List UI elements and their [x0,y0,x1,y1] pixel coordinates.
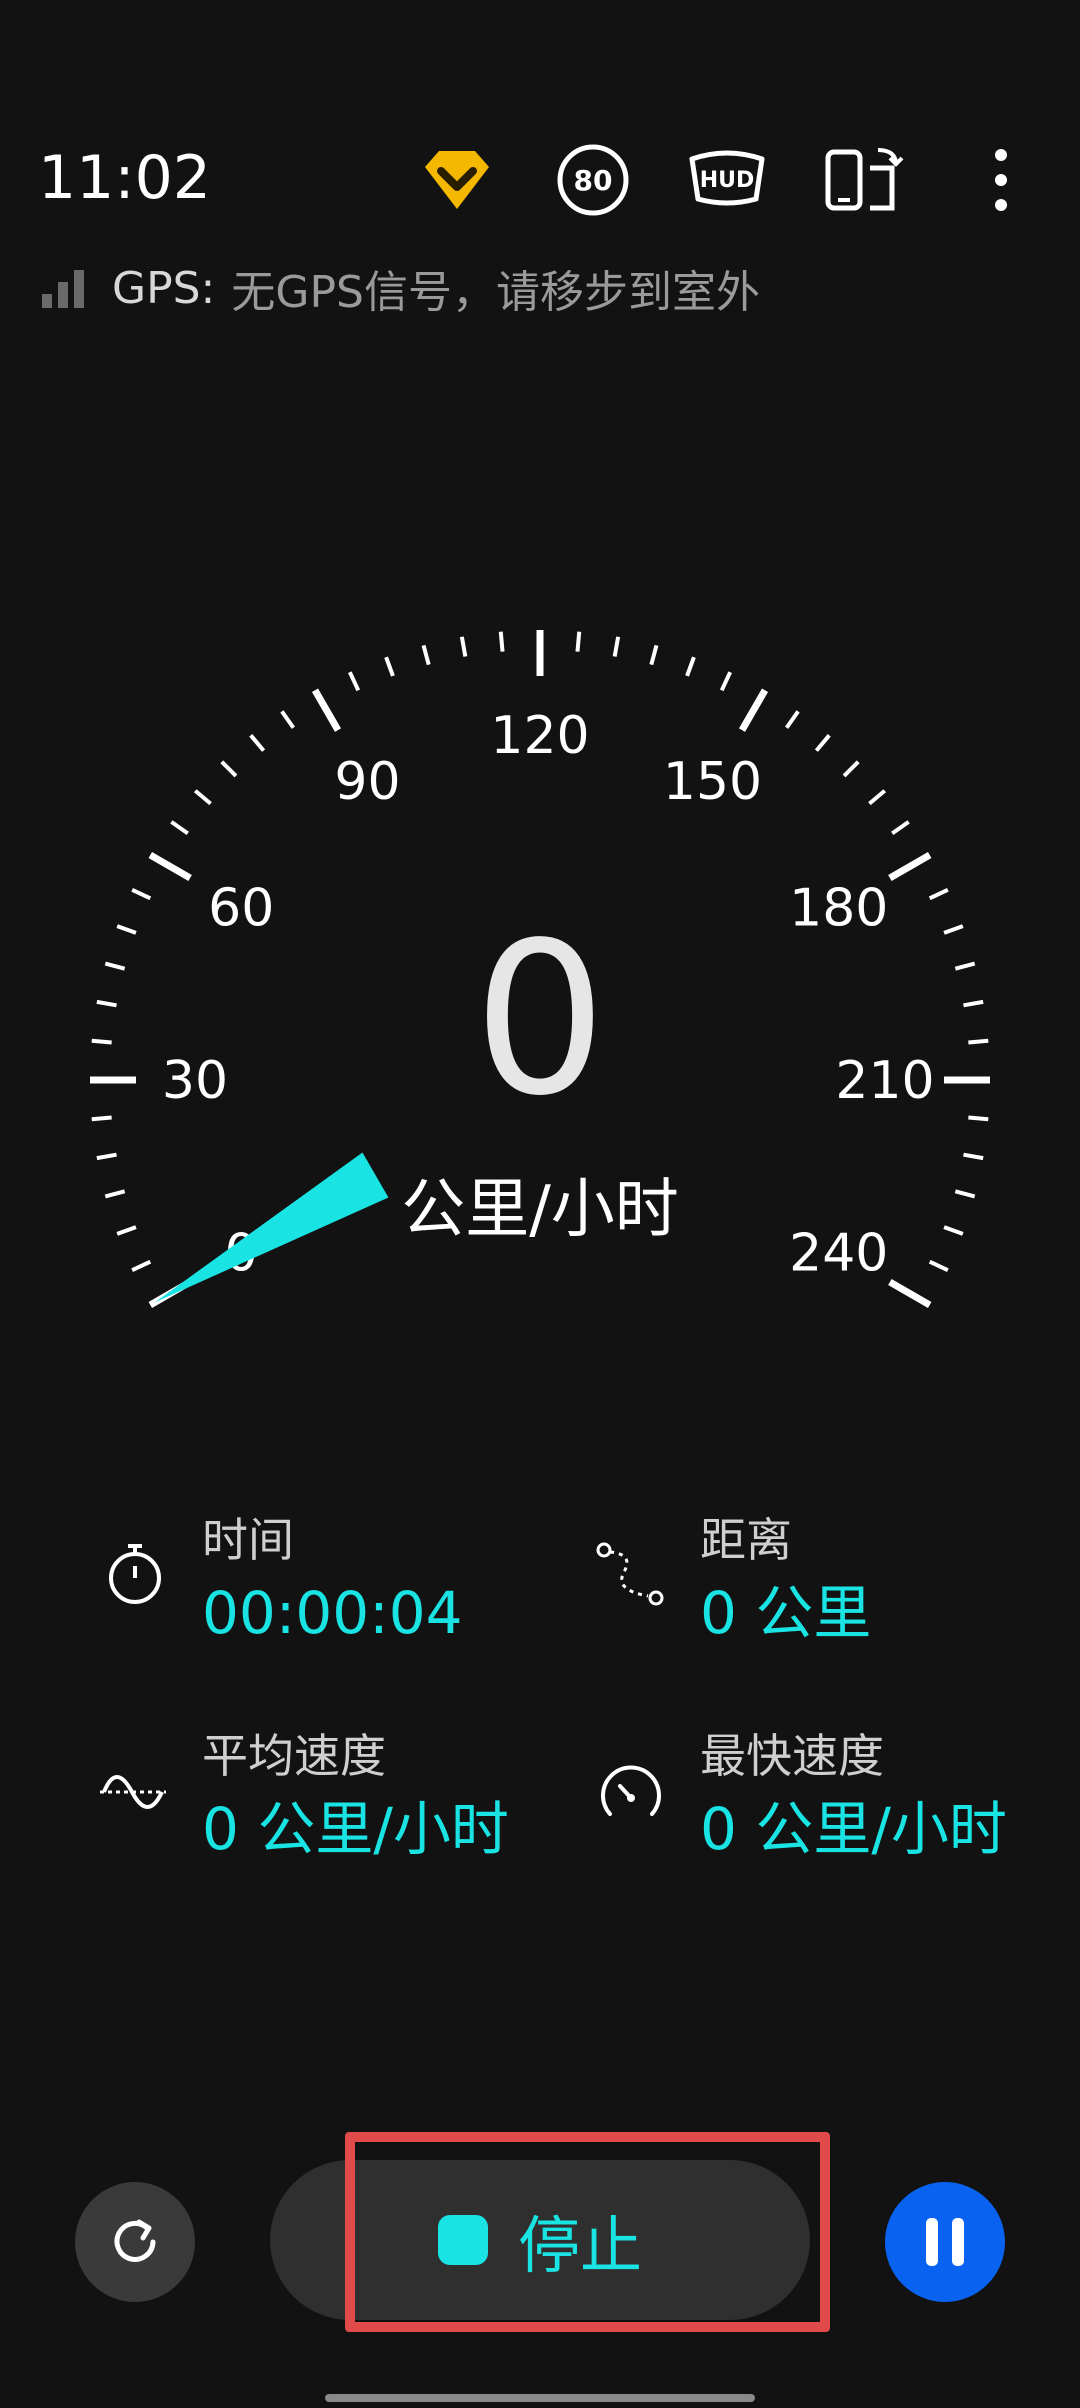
hud-icon[interactable]: HUD [682,140,772,220]
minor-tick [384,656,395,677]
route-icon [594,1536,664,1610]
minor-tick [814,733,831,752]
minor-tick [249,733,266,752]
time-label: 时间 [202,1513,294,1567]
speedometer-icon [596,1758,666,1832]
tick-label: 60 [208,879,274,939]
minor-tick [963,1152,984,1161]
speed-limit-value: 80 [573,163,613,197]
gps-status: GPS: 无GPS信号，请移步到室外 [42,258,760,318]
major-tick [148,851,192,882]
minor-tick [575,631,582,652]
minor-tick [91,1115,112,1122]
minor-tick [719,671,732,692]
minor-tick [784,710,800,729]
minor-tick [104,1189,126,1199]
minor-tick [498,631,505,652]
minor-tick [928,888,949,901]
tick-label: 90 [334,752,400,812]
speed-unit: 公里/小时 [401,1173,679,1247]
minor-tick [91,1038,112,1045]
minor-tick [968,1038,989,1045]
minor-tick [421,644,431,666]
minor-tick [685,656,696,677]
minor-tick [954,961,976,971]
distance-value: 0 公里 [700,1579,872,1647]
home-indicator [325,2394,755,2402]
tick-label: 120 [490,706,589,766]
speed-limit-icon[interactable]: 80 [548,140,638,220]
highlight-box [345,2132,830,2332]
minor-tick [968,1115,989,1122]
signal-bars-icon [42,270,84,308]
minor-tick [612,636,621,657]
gps-message: 无GPS信号，请移步到室外 [231,267,760,318]
major-tick [738,688,769,732]
minor-tick [963,999,984,1008]
minor-tick [220,760,238,778]
minor-tick [943,924,964,935]
major-tick [311,688,342,732]
minor-tick [131,888,152,901]
minor-tick [649,644,659,666]
minor-tick [842,760,860,778]
max-speed-label: 最快速度 [700,1729,884,1783]
gps-label: GPS: [112,262,216,314]
minor-tick [131,1259,152,1272]
stopwatch-icon [100,1538,170,1612]
minor-tick [104,961,126,971]
refresh-icon [114,2219,156,2262]
time-value: 00:00:04 [202,1579,463,1647]
screen-rotate-icon[interactable] [818,140,908,220]
minor-tick [928,1259,949,1272]
distance-label: 距离 [700,1513,792,1567]
minor-tick [170,820,189,836]
minor-tick [891,820,910,836]
clock: 11:02 [38,143,211,213]
major-tick [888,851,932,882]
tick-label: 210 [835,1051,934,1111]
minor-tick [943,1225,964,1236]
max-speed-value: 0 公里/小时 [700,1795,1007,1863]
minor-tick [193,789,212,806]
wave-icon [98,1756,168,1830]
minor-tick [116,1225,137,1236]
avg-speed-label: 平均速度 [202,1729,386,1783]
tick-label: 150 [663,752,762,812]
minor-tick [96,999,117,1008]
pause-button[interactable] [885,2182,1005,2302]
reset-button[interactable] [75,2182,195,2302]
more-vertical-icon[interactable] [956,140,1046,220]
premium-chevron-icon[interactable] [412,140,502,220]
current-speed: 0 [473,897,607,1142]
avg-speed-value: 0 公里/小时 [202,1795,509,1863]
pause-icon [926,2218,964,2266]
minor-tick [868,789,887,806]
minor-tick [348,671,361,692]
tick-label: 240 [789,1224,888,1284]
major-tick [888,1278,932,1309]
minor-tick [459,636,468,657]
tick-label: 180 [789,879,888,939]
minor-tick [280,710,296,729]
hud-label: HUD [699,167,755,193]
minor-tick [954,1189,976,1199]
minor-tick [96,1152,117,1161]
tick-label: 30 [162,1051,228,1111]
minor-tick [116,924,137,935]
